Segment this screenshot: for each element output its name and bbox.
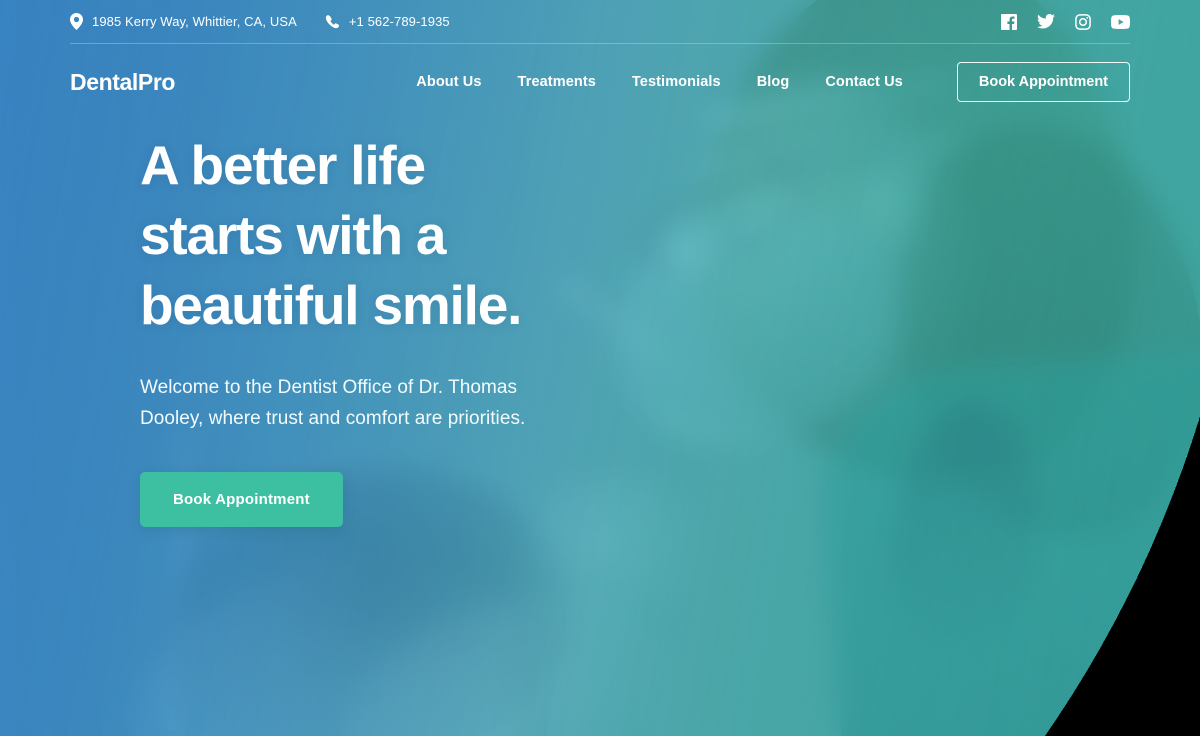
phone-icon <box>325 14 340 29</box>
hero-copy: A better life starts with a beautiful sm… <box>140 130 700 527</box>
headline-line-2: starts with a <box>140 204 447 266</box>
address-item: 1985 Kerry Way, Whittier, CA, USA <box>70 13 297 30</box>
twitter-icon[interactable] <box>1037 14 1055 29</box>
nav-book-appointment-button[interactable]: Book Appointment <box>956 62 1130 102</box>
nav-links: About Us Treatments Testimonials Blog Co… <box>416 62 1130 102</box>
nav-item-blog[interactable]: Blog <box>757 74 790 90</box>
map-pin-icon <box>70 13 83 30</box>
subhead-line-2: Dooley, where trust and comfort are prio… <box>140 408 526 429</box>
phone-text: +1 562-789-1935 <box>348 14 450 29</box>
youtube-icon[interactable] <box>1111 14 1130 29</box>
hero-subheadline: Welcome to the Dentist Office of Dr. Tho… <box>140 372 610 434</box>
instagram-icon[interactable] <box>1075 13 1091 30</box>
nav-item-testimonials[interactable]: Testimonials <box>632 74 721 90</box>
address-text: 1985 Kerry Way, Whittier, CA, USA <box>92 14 297 29</box>
hero-headline: A better life starts with a beautiful sm… <box>140 130 700 340</box>
nav-item-treatments[interactable]: Treatments <box>518 74 596 90</box>
site-logo[interactable]: DentalPro <box>70 69 175 96</box>
subhead-line-1: Welcome to the Dentist Office of Dr. Tho… <box>140 377 518 398</box>
social-links <box>1001 13 1130 30</box>
topbar: 1985 Kerry Way, Whittier, CA, USA +1 562… <box>70 0 1130 44</box>
main-navigation: DentalPro About Us Treatments Testimonia… <box>70 44 1130 120</box>
phone-item[interactable]: +1 562-789-1935 <box>325 14 450 29</box>
facebook-icon[interactable] <box>1001 13 1017 30</box>
headline-line-3: beautiful smile. <box>140 274 522 336</box>
headline-line-1: A better life <box>140 134 426 196</box>
hero-section: 1985 Kerry Way, Whittier, CA, USA +1 562… <box>0 0 1200 736</box>
hero-book-appointment-button[interactable]: Book Appointment <box>140 472 343 527</box>
nav-item-contact-us[interactable]: Contact Us <box>825 74 903 90</box>
nav-item-about-us[interactable]: About Us <box>416 74 481 90</box>
